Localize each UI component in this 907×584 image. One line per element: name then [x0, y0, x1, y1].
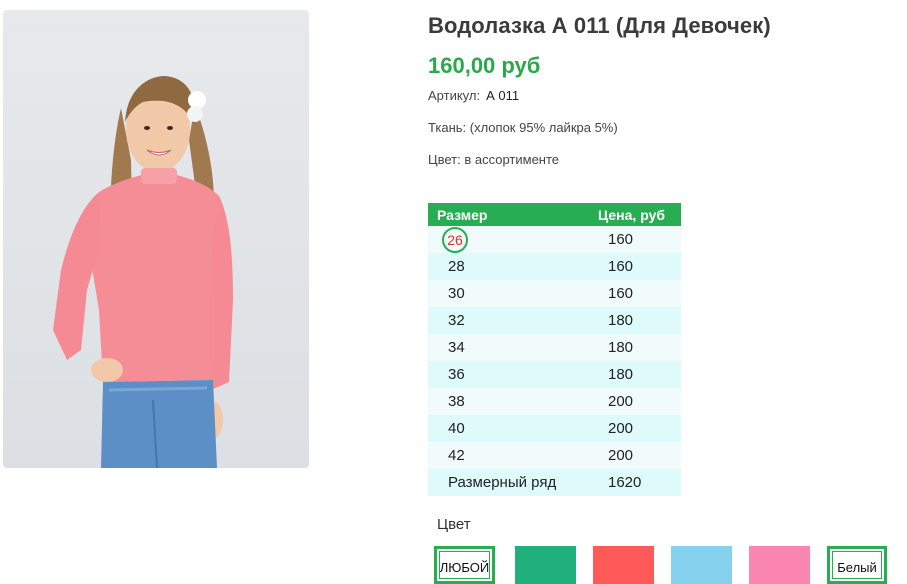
size-price-table: Размер Цена, руб 26 160 28 160 30 160 32… [428, 203, 681, 496]
size-column-header: Размер [428, 203, 588, 226]
price-cell: 200 [588, 442, 681, 469]
price-cell: 200 [588, 388, 681, 415]
table-row[interactable]: 40 200 [428, 415, 681, 442]
price-column-header: Цена, руб [588, 203, 681, 226]
product-title: Водолазка А 011 (Для Девочек) [428, 13, 771, 38]
price-cell: 160 [588, 253, 681, 280]
table-row[interactable]: 32 180 [428, 307, 681, 334]
price-cell: 160 [588, 280, 681, 307]
price-cell: 200 [588, 415, 681, 442]
price-cell: 180 [588, 334, 681, 361]
color-swatch-green[interactable] [515, 546, 576, 584]
color-option-white[interactable]: Белый [827, 546, 887, 584]
table-row[interactable]: 28 160 [428, 253, 681, 280]
sku-label: Артикул: [428, 88, 481, 103]
table-row[interactable]: 36 180 [428, 361, 681, 388]
price-cell: 160 [588, 226, 681, 253]
table-row[interactable]: 38 200 [428, 388, 681, 415]
product-sku: Артикул: А 011 [428, 88, 519, 103]
price-cell: 1620 [588, 469, 681, 496]
size-cell[interactable]: 28 [428, 253, 588, 280]
size-cell[interactable]: 32 [428, 307, 588, 334]
table-row[interactable]: 30 160 [428, 280, 681, 307]
product-image[interactable] [3, 10, 309, 468]
size-cell[interactable]: 30 [428, 280, 588, 307]
product-fabric: Ткань: (хлопок 95% лайкра 5%) [428, 120, 618, 135]
color-option-any[interactable]: ЛЮБОЙ [434, 546, 495, 584]
color-swatch-pink[interactable] [749, 546, 810, 584]
product-photo-illustration [53, 76, 233, 468]
selected-size[interactable]: 26 [442, 226, 468, 253]
product-color-note: Цвет: в ассортименте [428, 152, 560, 167]
table-row[interactable]: 34 180 [428, 334, 681, 361]
price-cell: 180 [588, 307, 681, 334]
table-header-row: Размер Цена, руб [428, 203, 681, 226]
sku-value: А 011 [486, 88, 520, 103]
size-cell[interactable]: 26 [428, 226, 588, 253]
price-cell: 180 [588, 361, 681, 388]
table-row[interactable]: 42 200 [428, 442, 681, 469]
table-row[interactable]: 26 160 [428, 226, 681, 253]
size-cell[interactable]: 36 [428, 361, 588, 388]
table-row-full-set[interactable]: Размерный ряд 1620 [428, 469, 681, 496]
size-cell[interactable]: 38 [428, 388, 588, 415]
size-cell[interactable]: 42 [428, 442, 588, 469]
size-cell[interactable]: 40 [428, 415, 588, 442]
size-cell[interactable]: Размерный ряд [428, 469, 588, 496]
product-price: 160,00 руб [428, 53, 541, 78]
color-swatch-red[interactable] [593, 546, 654, 584]
color-swatch-light-blue[interactable] [671, 546, 732, 584]
color-selector-label: Цвет [437, 516, 471, 533]
size-cell[interactable]: 34 [428, 334, 588, 361]
